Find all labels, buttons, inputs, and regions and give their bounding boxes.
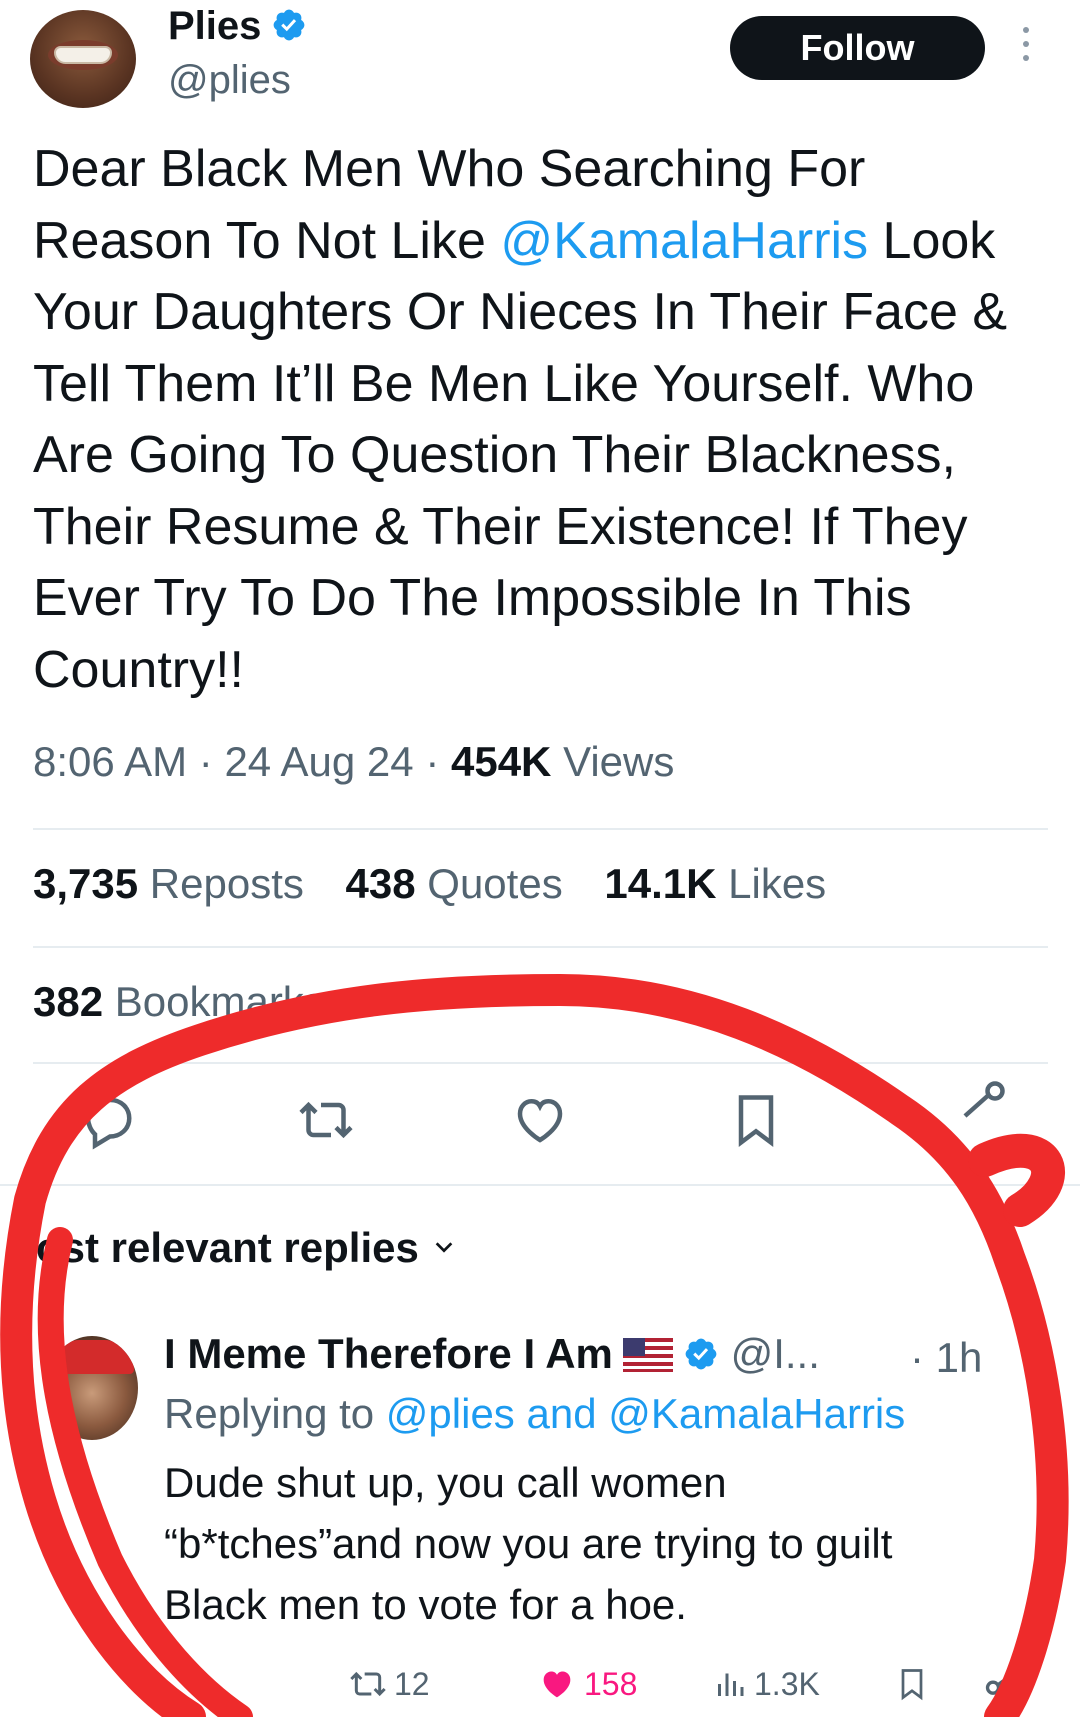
heart-filled-icon	[543, 1671, 571, 1698]
replying-to: Replying to @plies and @KamalaHarris	[164, 1390, 905, 1438]
reply-body: Dude shut up, you call women “b*tches”an…	[164, 1452, 1044, 1635]
reply-time[interactable]: · 1h	[910, 1334, 982, 1382]
share-icon[interactable]	[950, 1076, 1010, 1136]
reply-views-button[interactable]: 1.3K	[712, 1662, 820, 1706]
more-options-icon[interactable]	[1018, 24, 1034, 64]
avatar-teeth	[54, 46, 112, 64]
bookmarks-count: 382	[33, 978, 104, 1025]
bookmark-icon[interactable]	[894, 1662, 930, 1706]
reply-icon[interactable]	[78, 1090, 138, 1150]
divider	[33, 828, 1048, 830]
reply-views-count: 1.3K	[754, 1665, 820, 1702]
bookmark-icon[interactable]	[726, 1090, 786, 1150]
reply-text-line: “b*tches”and now you are trying to guilt	[164, 1520, 893, 1567]
meta-separator: ·	[198, 738, 213, 785]
author-name[interactable]: Plies	[168, 4, 307, 49]
repost-icon[interactable]	[296, 1090, 356, 1150]
reply-like-button[interactable]: 158	[536, 1662, 637, 1706]
us-flag-icon	[622, 1338, 673, 1372]
mention-link[interactable]: @KamalaHarris	[500, 212, 868, 270]
reply-like-count: 158	[584, 1665, 638, 1702]
like-icon[interactable]	[510, 1090, 570, 1150]
quotes-count: 438	[345, 860, 416, 907]
verified-badge-icon	[685, 1338, 717, 1370]
reposts-count: 3,735	[33, 860, 139, 907]
tweet-date[interactable]: 24 Aug 24	[224, 738, 413, 785]
reply-repost-button[interactable]: 12	[348, 1662, 430, 1706]
divider	[0, 1184, 1080, 1186]
tweet-time[interactable]: 8:06 AM	[33, 738, 187, 785]
replying-mentions[interactable]: @plies and @KamalaHarris	[386, 1390, 905, 1437]
reply-more-options-icon[interactable]	[1022, 1342, 1036, 1378]
bookmarks-stat[interactable]: 382 Bookmarks	[33, 978, 325, 1026]
author-name-text[interactable]: Plies	[168, 4, 261, 48]
likes-count: 14.1K	[604, 860, 717, 907]
divider	[33, 1062, 1048, 1064]
follow-button[interactable]: Follow	[730, 16, 985, 80]
engagement-stats: 3,735 Reposts 438 Quotes 14.1K Likes	[33, 860, 856, 908]
reply-text-line: Dude shut up, you call women	[164, 1459, 727, 1506]
likes-label: Likes	[728, 860, 827, 907]
tweet-text-part2: Look Your Daughters Or Nieces In Their F…	[33, 211, 1008, 699]
views-label: Views	[563, 738, 675, 785]
reply-author-avatar[interactable]	[46, 1336, 138, 1440]
author-avatar[interactable]	[30, 10, 136, 108]
reply-repost-count: 12	[394, 1665, 430, 1702]
tweet-meta: 8:06 AM · 24 Aug 24 · 454K Views	[33, 738, 674, 786]
reply-action-bar: 12 158 1.3K	[0, 1662, 1080, 1712]
tweet-body: Dear Black Men Who Searching For Reason …	[33, 134, 1043, 706]
views-chart-icon	[718, 1673, 744, 1696]
share-icon[interactable]	[982, 1662, 1026, 1706]
reposts-label: Reposts	[149, 860, 304, 907]
replies-sort-label: ost relevant replies	[36, 1224, 419, 1271]
author-handle[interactable]: @plies	[168, 58, 291, 103]
reposts-stat[interactable]: 3,735 Reposts	[33, 860, 304, 907]
chevron-down-icon	[435, 1242, 453, 1253]
tweet-header: Plies @plies Follow	[0, 0, 1080, 120]
reply-author-handle[interactable]: @I...	[731, 1330, 820, 1377]
replying-prefix: Replying to	[164, 1390, 375, 1437]
verified-badge-icon	[274, 9, 305, 41]
repost-icon	[350, 1671, 386, 1697]
views-count: 454K	[450, 738, 552, 785]
bookmarks-label: Bookmarks	[114, 978, 325, 1025]
quotes-stat[interactable]: 438 Quotes	[346, 860, 563, 907]
meta-separator: ·	[425, 738, 440, 785]
likes-stat[interactable]: 14.1K Likes	[604, 860, 826, 907]
reply-author-name[interactable]: I Meme Therefore I Am	[164, 1330, 613, 1377]
divider	[33, 946, 1048, 948]
replies-sort-toggle[interactable]: ost relevant replies	[36, 1224, 455, 1272]
tweet-action-bar	[0, 1081, 1080, 1160]
reply-text-line: Black men to vote for a hoe.	[164, 1581, 687, 1628]
quotes-label: Quotes	[427, 860, 563, 907]
avatar-red-hat	[50, 1340, 134, 1374]
reply-author-line[interactable]: I Meme Therefore I Am @I...	[164, 1330, 820, 1378]
